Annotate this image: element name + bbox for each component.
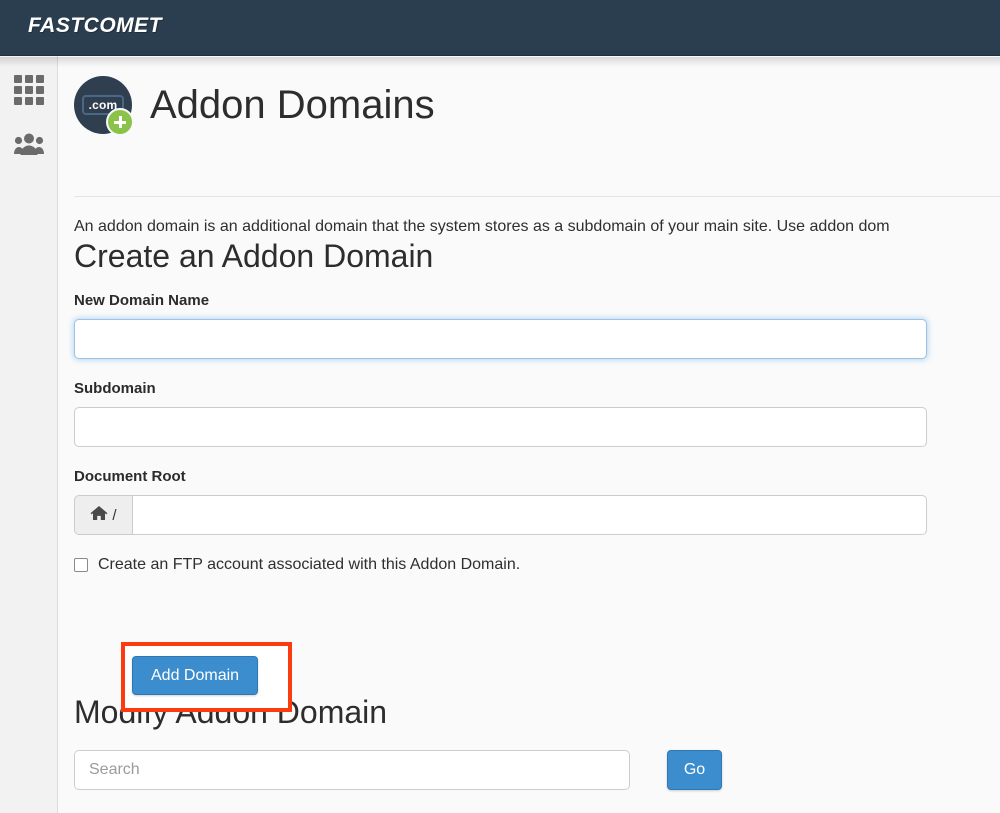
- grid-icon: [13, 75, 44, 105]
- ftp-account-row: Create an FTP account associated with th…: [74, 556, 520, 574]
- document-root-label: Document Root: [74, 468, 186, 485]
- document-root-group: /: [74, 495, 927, 535]
- users-icon: [13, 132, 44, 161]
- search-go-button[interactable]: Go: [667, 750, 722, 790]
- sidebar-item-users[interactable]: [0, 118, 57, 174]
- search-input[interactable]: [74, 750, 630, 790]
- page-title-row: .com Addon Domains: [74, 76, 435, 136]
- sidebar: [0, 56, 58, 813]
- fastcomet-logo[interactable]: FASTCOMET: [28, 14, 162, 38]
- new-domain-name-input[interactable]: [74, 319, 927, 359]
- document-root-prefix: /: [74, 495, 132, 535]
- plus-badge-icon: [106, 108, 134, 136]
- home-icon: [90, 505, 108, 526]
- document-root-input[interactable]: [132, 495, 927, 535]
- domain-plus-icon: .com: [74, 76, 134, 136]
- create-section-heading: Create an Addon Domain: [74, 238, 434, 274]
- title-divider: [74, 196, 1000, 197]
- add-domain-button[interactable]: Add Domain: [132, 656, 259, 695]
- ftp-account-label[interactable]: Create an FTP account associated with th…: [98, 556, 520, 574]
- sidebar-item-apps[interactable]: [0, 62, 57, 118]
- document-root-slash: /: [112, 506, 117, 524]
- main-content: .com Addon Domains An addon domain is an…: [58, 56, 1000, 813]
- subdomain-label: Subdomain: [74, 380, 156, 397]
- new-domain-name-label: New Domain Name: [74, 292, 210, 309]
- page-title: Addon Domains: [150, 83, 435, 127]
- subdomain-input[interactable]: [74, 407, 927, 447]
- ftp-account-checkbox[interactable]: [74, 558, 88, 572]
- app-header: FASTCOMET: [0, 0, 1000, 56]
